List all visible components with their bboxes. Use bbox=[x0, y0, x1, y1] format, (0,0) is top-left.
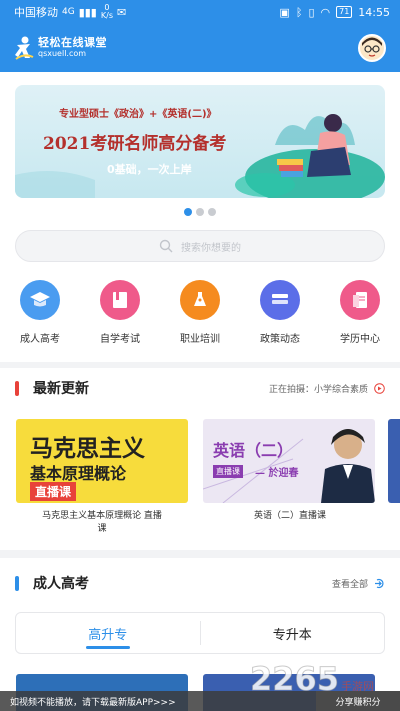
search-icon bbox=[159, 239, 173, 253]
book-icon bbox=[100, 280, 140, 320]
app-header: 轻松在线课堂 qsxuell.com bbox=[0, 24, 400, 72]
live-tag: 直播课 bbox=[213, 465, 243, 478]
course-card-cover[interactable]: 马克思主义 基本原理概论 直播课 bbox=[16, 419, 188, 503]
cover-title: 英语（二） bbox=[213, 441, 294, 460]
arrow-right-icon bbox=[375, 578, 384, 588]
teacher-name: — 於迎春 bbox=[255, 468, 299, 479]
exam-type-tabs: 高升专 专升本 bbox=[15, 612, 385, 654]
tab-associate-to-bachelor[interactable]: 专升本 bbox=[201, 613, 385, 653]
carousel-dot[interactable] bbox=[184, 208, 192, 216]
nfc-icon: ▣ bbox=[279, 5, 290, 19]
live-tag: 直播课 bbox=[30, 482, 77, 501]
graduation-cap-icon bbox=[20, 280, 60, 320]
logo-domain: qsxuell.com bbox=[38, 49, 87, 58]
clock: 14:55 bbox=[358, 5, 390, 19]
pen-icon bbox=[180, 280, 220, 320]
carrier-label: 中国移动 bbox=[14, 6, 58, 19]
carousel-dot[interactable] bbox=[196, 208, 204, 216]
banner-tagline: 0基础，一次上岸 bbox=[107, 163, 192, 176]
stack-icon bbox=[260, 280, 300, 320]
user-avatar[interactable] bbox=[358, 34, 386, 62]
vibrate-icon: ▯ bbox=[308, 5, 315, 19]
category-nav: 成人高考 自学考试 职业培训 政策动态 学历中心 bbox=[0, 280, 400, 345]
tab-high-to-associate[interactable]: 高升专 bbox=[16, 613, 200, 653]
course-caption[interactable]: 英语（二）直播课 bbox=[210, 510, 370, 523]
now-filming-label: 正在拍摄：小学综合素质 bbox=[268, 384, 368, 395]
category-label: 政策动态 bbox=[260, 334, 300, 345]
section-header: 成人高考 查看全部 bbox=[0, 563, 400, 603]
now-filming-link[interactable]: 正在拍摄：小学综合素质 bbox=[269, 382, 385, 395]
section-header: 最新更新 正在拍摄：小学综合素质 bbox=[0, 368, 400, 408]
network-type: 4G bbox=[62, 7, 75, 17]
logo-figure-icon bbox=[15, 36, 34, 60]
app-logo[interactable]: 轻松在线课堂 qsxuell.com bbox=[14, 35, 107, 61]
category-label: 自学考试 bbox=[100, 334, 140, 345]
section-marker bbox=[15, 575, 19, 591]
home-top-section: 专业型硕士《政治》+《英语(二)》 2021考研名师高分备考 0基础，一次上岸 … bbox=[0, 72, 400, 362]
category-label: 学历中心 bbox=[340, 334, 380, 345]
category-self-study[interactable]: 自学考试 bbox=[80, 280, 160, 345]
latest-updates-section: 最新更新 正在拍摄：小学综合素质 马克思主义 基本原理概论 直播课 马克思主义基… bbox=[0, 368, 400, 550]
signal-icon: ▮▮▮ bbox=[78, 5, 97, 19]
section-title: 最新更新 bbox=[33, 381, 89, 397]
play-circle-icon bbox=[374, 382, 385, 394]
category-education-center[interactable]: 学历中心 bbox=[320, 280, 400, 345]
category-label: 职业培训 bbox=[180, 334, 220, 345]
wechat-notify-icon: ✉ bbox=[116, 5, 127, 19]
view-all-link[interactable]: 查看全部 bbox=[332, 577, 385, 590]
category-policy[interactable]: 政策动态 bbox=[240, 280, 320, 345]
search-input[interactable]: 搜索你想要的 bbox=[181, 239, 241, 254]
course-card-cover[interactable]: 英语（二） 直播课 — 於迎春 bbox=[203, 419, 375, 503]
wifi-icon: ◠ bbox=[320, 5, 331, 19]
category-vocational[interactable]: 职业培训 bbox=[160, 280, 240, 345]
status-bar: 中国移动 4G ▮▮▮ 0 K/s ✉ ▣ ᛒ ▯ ◠ 71 14:55 bbox=[0, 0, 400, 24]
share-points-button[interactable]: 分享赚积分 bbox=[316, 691, 400, 711]
document-icon bbox=[340, 280, 380, 320]
bluetooth-icon: ᛒ bbox=[295, 5, 303, 19]
cover-subtitle: 基本原理概论 bbox=[30, 464, 127, 483]
course-caption[interactable]: 马克思主义基本原理概论 直播课 bbox=[22, 510, 182, 536]
promo-banner[interactable]: 专业型硕士《政治》+《英语(二)》 2021考研名师高分备考 0基础，一次上岸 bbox=[15, 85, 385, 198]
battery-icon: 71 bbox=[336, 6, 353, 18]
avatar-face-icon bbox=[362, 37, 382, 57]
cover-background bbox=[203, 429, 375, 503]
carousel-dot[interactable] bbox=[208, 208, 216, 216]
section-title: 成人高考 bbox=[33, 576, 89, 592]
carousel-indicator bbox=[184, 208, 216, 216]
cover-title: 马克思主义 bbox=[30, 436, 145, 462]
network-speed: 0 K/s bbox=[100, 3, 113, 20]
category-adult-exam[interactable]: 成人高考 bbox=[0, 280, 80, 345]
course-card-partial[interactable] bbox=[388, 419, 400, 503]
section-marker bbox=[15, 380, 19, 396]
view-all-label: 查看全部 bbox=[331, 579, 368, 590]
logo-chinese-name: 轻松在线课堂 bbox=[38, 36, 107, 49]
banner-title: 2021考研名师高分备考 bbox=[43, 134, 227, 154]
category-label: 成人高考 bbox=[20, 334, 60, 345]
banner-subtitle: 专业型硕士《政治》+《英语(二)》 bbox=[59, 109, 217, 120]
search-bar[interactable]: 搜索你想要的 bbox=[15, 230, 385, 262]
